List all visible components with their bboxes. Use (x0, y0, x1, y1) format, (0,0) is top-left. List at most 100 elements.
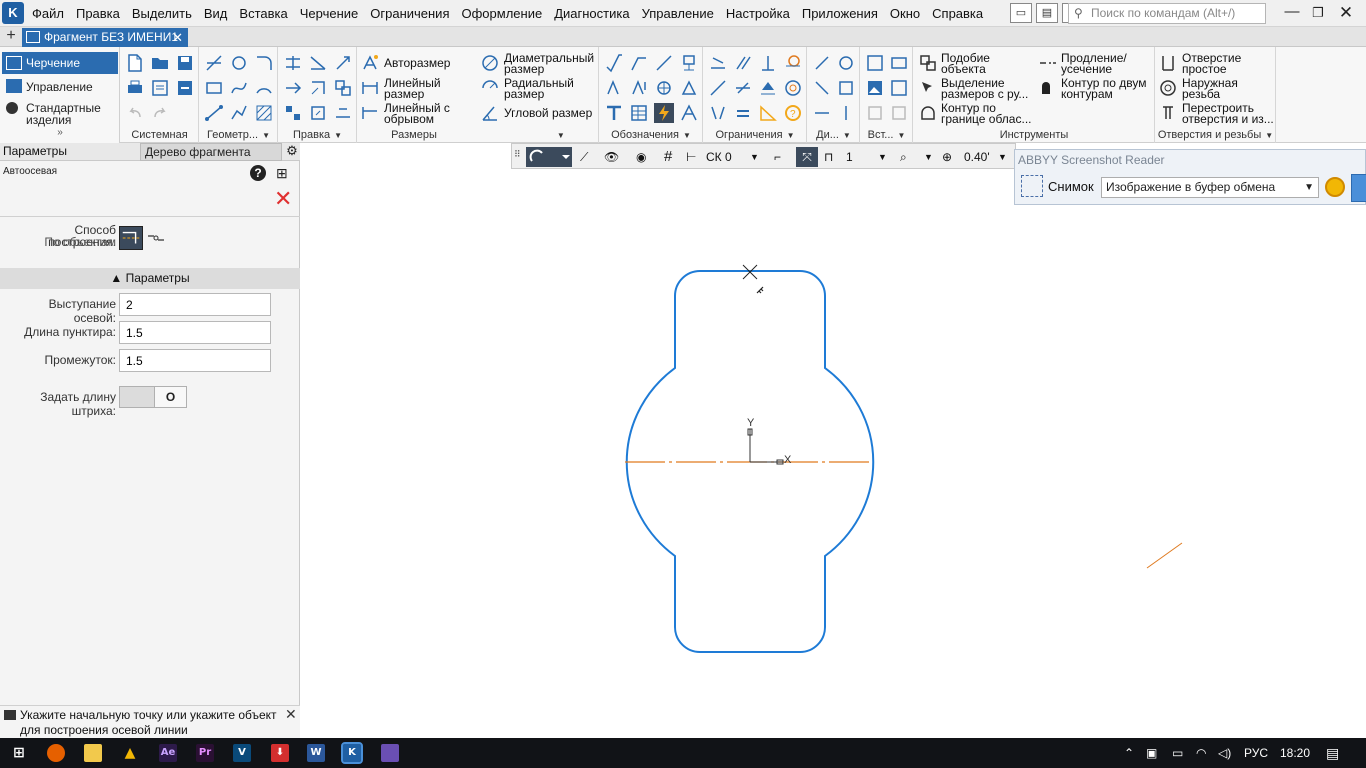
trim-icon[interactable] (283, 53, 303, 73)
gear-icon[interactable]: ⚙ (284, 143, 300, 161)
contour-area-icon[interactable] (918, 103, 938, 123)
open-folder-icon[interactable] (150, 53, 170, 73)
windows-start-icon[interactable]: ⊞ (10, 744, 28, 762)
menu-item[interactable]: Приложения (796, 6, 884, 21)
wifi-icon[interactable]: ◠ (1196, 745, 1206, 761)
ortho-icon[interactable]: ⌐ (774, 147, 781, 167)
download-icon[interactable]: ⬇ (271, 744, 289, 762)
spline-icon[interactable] (229, 78, 249, 98)
extend-trim-label-2[interactable]: усечение (1061, 63, 1112, 75)
linear-break-label-2[interactable]: обрывом (384, 113, 434, 125)
similar-object-icon[interactable] (918, 53, 938, 73)
group-notation-label[interactable]: Обозначения ▼ (600, 128, 702, 142)
file-explorer-icon[interactable] (84, 744, 102, 762)
menu-item[interactable]: Ограничения (364, 6, 455, 21)
dimension-check-icon[interactable] (812, 103, 832, 123)
save-icon[interactable] (175, 53, 195, 73)
auto-dimension-label[interactable]: Авторазмер (384, 57, 450, 69)
dimension-drive-icon[interactable] (812, 53, 832, 73)
menu-item[interactable]: Вставка (233, 6, 293, 21)
redo-icon[interactable] (150, 103, 170, 123)
menu-item[interactable]: Управление (636, 6, 720, 21)
constraint-equal-icon[interactable] (733, 78, 753, 98)
copy-icon[interactable] (283, 78, 303, 98)
zoom-level-select[interactable]: 0.40' (964, 147, 990, 167)
notifications-app-icon[interactable]: ▣ (1146, 745, 1157, 761)
hatch-icon[interactable] (254, 103, 274, 123)
dash-length-input[interactable] (119, 321, 271, 344)
properties-icon[interactable] (175, 78, 195, 98)
menu-item[interactable]: Файл (26, 6, 70, 21)
rectangle-icon[interactable] (204, 78, 224, 98)
snap-magnet-button[interactable] (526, 147, 572, 167)
datum-icon[interactable] (679, 53, 699, 73)
parameters-section-header[interactable]: ▲ Параметры (0, 268, 300, 289)
mirror-icon[interactable] (308, 53, 328, 73)
group-edit-label[interactable]: Правка ▼ (279, 128, 356, 142)
tab-fragment-tree[interactable]: Дерево фрагмента (140, 143, 282, 161)
menu-item[interactable]: Черчение (294, 6, 365, 21)
menu-item[interactable]: Настройка (720, 6, 796, 21)
chevron-down-icon[interactable]: » (2, 127, 118, 139)
ribbon-tab-standard-parts[interactable]: Стандартные изделия (2, 102, 118, 126)
rebuild-holes-label-2[interactable]: отверстия и из... (1182, 113, 1274, 125)
grid-snap-icon[interactable]: ⟋ (580, 147, 588, 167)
group-holes-label[interactable]: Отверстия и резьбы ▼ (1156, 128, 1275, 142)
menu-item[interactable]: Оформление (456, 6, 549, 21)
chevron-down-icon[interactable]: ▼ (878, 147, 887, 167)
angular-dimension-icon[interactable] (480, 103, 500, 123)
action-center-icon[interactable]: ▤ (1326, 745, 1339, 761)
gear-icon[interactable] (1325, 177, 1345, 197)
firefox-icon[interactable] (47, 744, 65, 762)
move-icon[interactable] (333, 53, 353, 73)
weld-icon[interactable] (654, 78, 674, 98)
text-mark-icon[interactable] (604, 78, 624, 98)
group-vst-label[interactable]: Вст... ▼ (861, 128, 912, 142)
kompas-taskbar-icon[interactable]: K (341, 742, 363, 764)
simple-hole-label-2[interactable]: простое (1182, 63, 1227, 75)
center-mark-icon[interactable] (679, 103, 699, 123)
tree-icon[interactable]: ⊞ (276, 165, 288, 182)
ribbon-tab-cherchenie[interactable]: Черчение (2, 52, 118, 74)
roughness-icon[interactable] (604, 53, 624, 73)
language-indicator[interactable]: РУС (1244, 745, 1268, 761)
segment-icon[interactable] (204, 103, 224, 123)
group-di-label[interactable]: Ди... ▼ (808, 128, 859, 142)
two-contours-label-2[interactable]: контурам (1061, 88, 1113, 100)
new-document-button[interactable]: + (2, 27, 20, 47)
diameter-dimension-icon[interactable] (480, 53, 500, 73)
auto-dimension-icon[interactable] (360, 53, 380, 73)
tab-parameters[interactable]: Параметры (3, 144, 67, 158)
insert-object-icon[interactable] (889, 78, 909, 98)
close-command-icon[interactable]: ✕ (274, 188, 292, 210)
similar-object-label-2[interactable]: объекта (941, 63, 986, 75)
dimension-param-icon[interactable] (836, 53, 856, 73)
leader-icon[interactable] (629, 53, 649, 73)
constraint-angle-icon[interactable] (758, 103, 778, 123)
minimize-button[interactable]: — (1280, 2, 1304, 24)
app-logo-icon[interactable]: K (2, 2, 24, 24)
group-dimensions-label[interactable]: Размеры ▼ (358, 128, 598, 142)
battery-icon[interactable]: ▭ (1172, 745, 1183, 761)
preview-icon[interactable] (150, 78, 170, 98)
stray-segment[interactable] (1146, 542, 1183, 569)
constraint-equals-icon[interactable] (733, 103, 753, 123)
vegas-icon[interactable]: V (233, 744, 251, 762)
scale-icon[interactable] (333, 78, 353, 98)
insert-image-icon[interactable] (865, 78, 885, 98)
table-icon[interactable] (629, 103, 649, 123)
drag-handle-icon[interactable]: ⠿ (514, 144, 521, 164)
layer-select[interactable]: 1 (846, 147, 853, 167)
menu-item[interactable]: Вид (198, 6, 234, 21)
app-triangle-icon[interactable]: ▲ (121, 744, 139, 762)
clock[interactable]: 18:20 (1280, 745, 1310, 761)
help-icon[interactable]: ? (250, 165, 266, 181)
arc-icon[interactable] (254, 78, 274, 98)
layout-window-icon[interactable]: ▭ (1010, 3, 1032, 23)
position-icon[interactable] (654, 53, 674, 73)
rebuild-holes-icon[interactable] (1158, 103, 1178, 123)
snapshot-target-select[interactable]: Изображение в буфер обмена ▼ (1101, 177, 1319, 198)
text-icon[interactable] (604, 103, 624, 123)
close-hint-icon[interactable]: ✕ (285, 706, 297, 723)
dimension-list-icon[interactable] (836, 78, 856, 98)
